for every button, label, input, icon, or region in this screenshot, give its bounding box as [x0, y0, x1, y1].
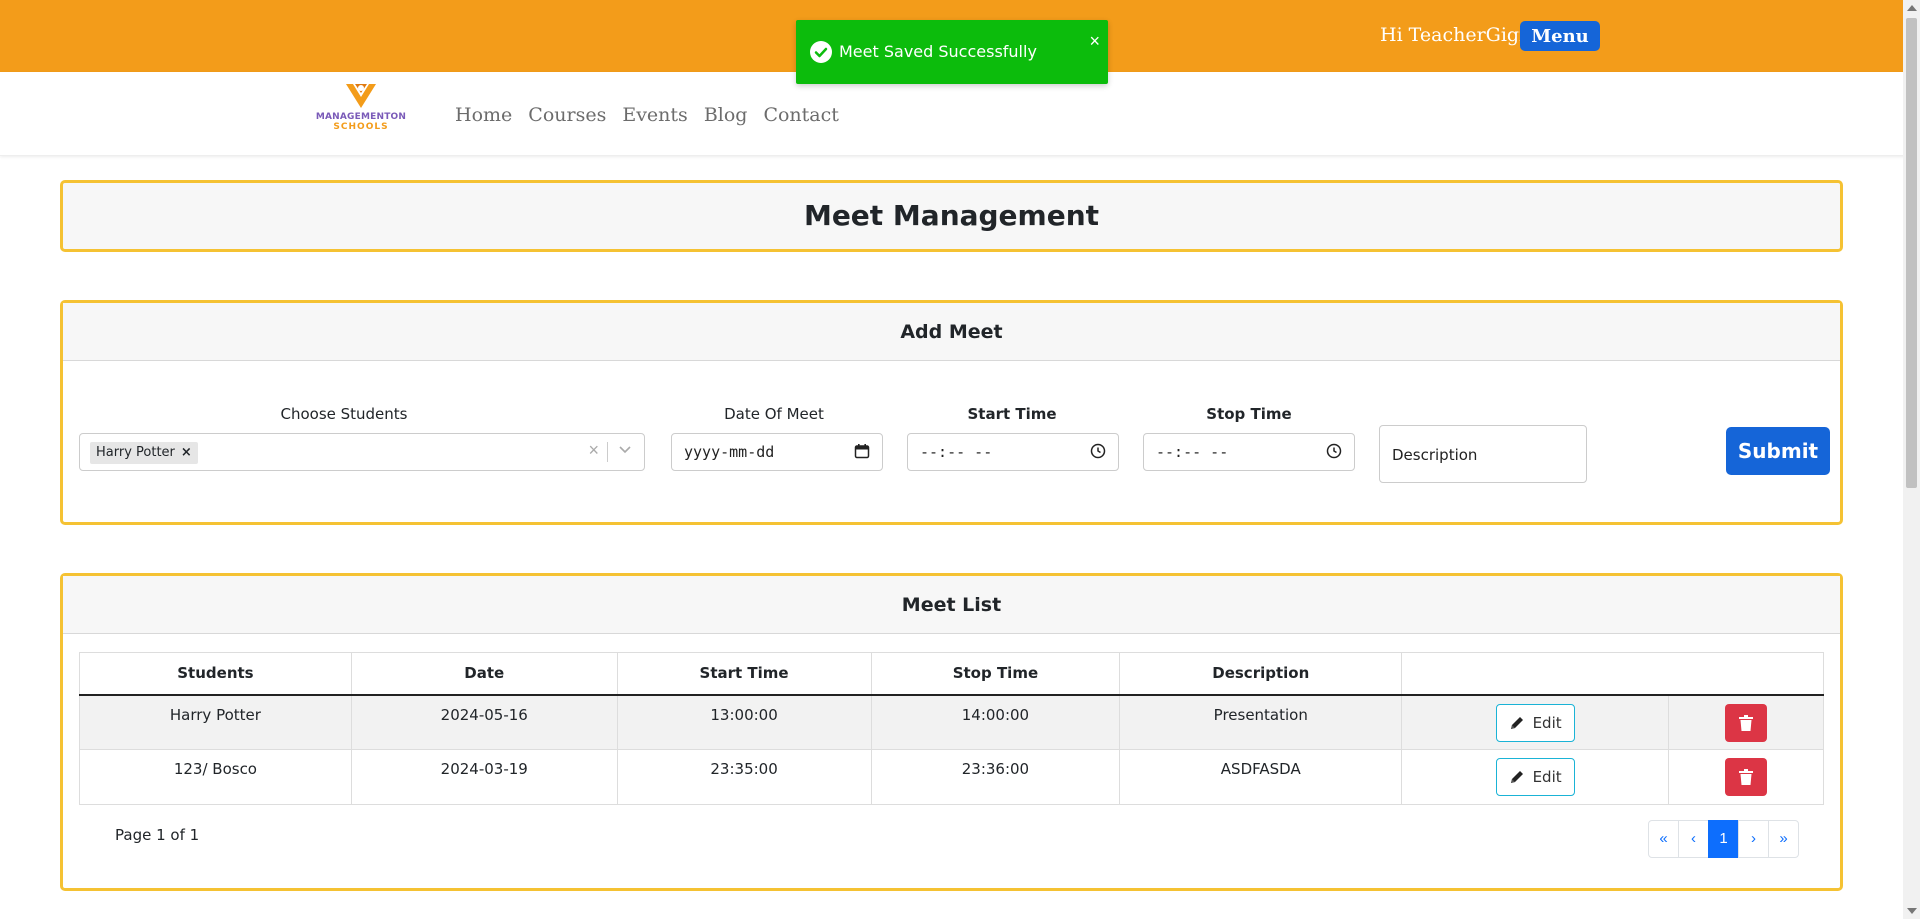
page-title-card: Meet Management	[60, 180, 1843, 252]
cell-stop-time: 23:36:00	[870, 749, 1121, 805]
column-header-students[interactable]: Students	[79, 652, 352, 696]
pager-next[interactable]: ›	[1738, 820, 1769, 858]
scroll-down-icon[interactable]	[1907, 908, 1917, 914]
cell-delete	[1668, 694, 1824, 750]
column-header-actions	[1401, 652, 1824, 696]
clear-selection-icon[interactable]: ×	[588, 440, 599, 461]
meet-table: Students Date Start Time Stop Time Descr…	[79, 652, 1824, 805]
cell-delete	[1668, 749, 1824, 805]
cell-stop-time: 14:00:00	[870, 694, 1121, 750]
cell-date: 2024-05-16	[350, 694, 618, 750]
cell-start-time: 23:35:00	[616, 749, 872, 805]
logo-text-line2: SCHOOLS	[333, 122, 389, 132]
cell-date: 2024-03-19	[350, 749, 618, 805]
add-meet-card: Add Meet Choose Students Harry Potter × ×…	[60, 300, 1843, 525]
trash-icon	[1739, 714, 1754, 731]
meet-list-card: Meet List Students Date Start Time Stop …	[60, 573, 1843, 891]
nav-blog[interactable]: Blog	[704, 104, 748, 126]
trash-icon	[1739, 769, 1754, 785]
nav-contact[interactable]: Contact	[763, 104, 838, 126]
meet-list-title: Meet List	[63, 576, 1840, 634]
scroll-up-icon[interactable]	[1907, 5, 1917, 11]
user-greeting: Hi TeacherGigi	[1380, 24, 1526, 46]
nav-courses[interactable]: Courses	[528, 104, 606, 126]
description-input[interactable]: Description	[1379, 425, 1587, 483]
nav-home[interactable]: Home	[455, 104, 512, 126]
clock-icon[interactable]	[1090, 443, 1106, 459]
column-header-date[interactable]: Date	[350, 652, 618, 696]
submit-button[interactable]: Submit	[1726, 427, 1830, 475]
cell-start-time: 13:00:00	[616, 694, 872, 750]
logo-mark-icon	[346, 84, 376, 108]
stop-time-label: Stop Time	[1206, 405, 1292, 423]
pagination: « ‹ 1 › »	[1648, 820, 1799, 858]
pager-last[interactable]: »	[1768, 820, 1799, 858]
cell-description: Presentation	[1119, 694, 1403, 750]
pager-prev[interactable]: ‹	[1678, 820, 1709, 858]
toast-message: Meet Saved Successfully	[839, 42, 1037, 61]
edit-button-label: Edit	[1532, 713, 1562, 732]
date-placeholder: yyyy-mm-dd	[684, 443, 775, 461]
table-row: Harry Potter 2024-05-16 13:00:00 14:00:0…	[79, 694, 1824, 750]
success-toast: Meet Saved Successfully ×	[796, 20, 1108, 84]
delete-button[interactable]	[1725, 758, 1768, 796]
scrollbar-thumb[interactable]	[1906, 18, 1917, 488]
menu-button[interactable]: Menu	[1520, 21, 1600, 51]
start-time-label: Start Time	[967, 405, 1057, 423]
cell-students: Harry Potter	[79, 694, 352, 750]
close-icon[interactable]: ×	[1089, 32, 1100, 50]
main-nav: Home Courses Events Blog Contact	[455, 104, 839, 126]
stop-time-input[interactable]: --:-- --	[1143, 433, 1355, 471]
pager-first[interactable]: «	[1648, 820, 1679, 858]
pager-page-1[interactable]: 1	[1708, 820, 1739, 858]
start-time-input[interactable]: --:-- --	[907, 433, 1119, 471]
edit-button[interactable]: Edit	[1495, 758, 1575, 796]
remove-student-icon[interactable]: ×	[181, 445, 192, 460]
cell-edit: Edit	[1401, 694, 1670, 750]
select-separator	[607, 442, 608, 462]
table-row: 123/ Bosco 2024-03-19 23:35:00 23:36:00 …	[79, 749, 1824, 805]
column-header-stop-time[interactable]: Stop Time	[870, 652, 1121, 696]
date-of-meet-input[interactable]: yyyy-mm-dd	[671, 433, 883, 471]
column-header-start-time[interactable]: Start Time	[616, 652, 872, 696]
cell-description: ASDFASDA	[1119, 749, 1403, 805]
page-scrollbar[interactable]	[1903, 0, 1920, 919]
calendar-icon[interactable]	[854, 443, 870, 459]
pencil-icon	[1510, 771, 1523, 783]
add-meet-title: Add Meet	[63, 303, 1840, 361]
edit-button[interactable]: Edit	[1495, 703, 1575, 742]
delete-button[interactable]	[1725, 703, 1768, 742]
page-info: Page 1 of 1	[115, 826, 200, 844]
choose-students-label: Choose Students	[280, 405, 408, 423]
site-logo[interactable]: MANAGEMENTON SCHOOLS	[308, 82, 414, 144]
description-placeholder: Description	[1392, 446, 1478, 464]
nav-events[interactable]: Events	[622, 104, 687, 126]
selected-student-label: Harry Potter	[96, 445, 175, 460]
check-circle-icon	[810, 41, 832, 63]
page-title: Meet Management	[803, 199, 1100, 232]
column-header-description[interactable]: Description	[1119, 652, 1403, 696]
edit-button-label: Edit	[1532, 768, 1562, 786]
clock-icon[interactable]	[1326, 443, 1342, 459]
date-of-meet-label: Date Of Meet	[724, 405, 824, 423]
students-select[interactable]: Harry Potter × ×	[79, 433, 645, 471]
chevron-down-icon[interactable]	[618, 442, 632, 459]
start-time-placeholder: --:-- --	[920, 443, 993, 461]
table-header-row: Students Date Start Time Stop Time Descr…	[79, 652, 1824, 696]
cell-edit: Edit	[1401, 749, 1670, 805]
stop-time-placeholder: --:-- --	[1156, 443, 1229, 461]
cell-students: 123/ Bosco	[79, 749, 352, 805]
pencil-icon	[1510, 716, 1523, 729]
selected-student-chip: Harry Potter ×	[90, 442, 198, 464]
site-navbar: MANAGEMENTON SCHOOLS Home Courses Events…	[0, 72, 1920, 156]
logo-text-line1: MANAGEMENTON	[315, 112, 407, 122]
